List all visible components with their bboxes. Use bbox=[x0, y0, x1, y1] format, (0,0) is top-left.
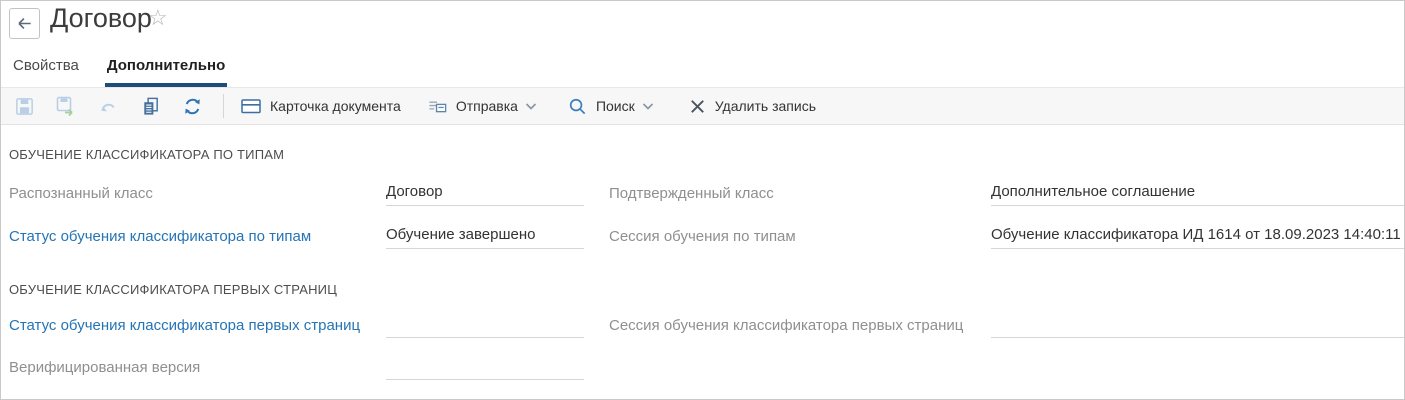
delete-x-icon bbox=[688, 97, 707, 116]
field-value-type-training-session[interactable]: Обучение классификатора ИД 1614 от 18.09… bbox=[991, 226, 1404, 249]
tab-bar: Свойства Дополнительно bbox=[1, 51, 251, 87]
save-and-close-button[interactable] bbox=[53, 93, 79, 119]
copy-icon bbox=[140, 96, 161, 117]
save-and-close-icon bbox=[55, 95, 77, 117]
send-button[interactable]: Отправка bbox=[427, 96, 537, 117]
tab-label: Свойства bbox=[13, 57, 79, 74]
chevron-down-icon bbox=[642, 102, 654, 111]
arrow-left-icon bbox=[15, 14, 34, 33]
search-icon bbox=[567, 96, 588, 117]
tab-additional[interactable]: Дополнительно bbox=[105, 51, 227, 87]
tab-label: Дополнительно bbox=[107, 57, 225, 74]
search-button[interactable]: Поиск bbox=[567, 96, 654, 117]
save-button[interactable] bbox=[11, 93, 37, 119]
tab-properties[interactable]: Свойства bbox=[11, 51, 81, 87]
button-label: Отправка bbox=[456, 98, 518, 114]
button-label: Удалить запись bbox=[715, 98, 816, 114]
field-label-confirmed-class: Подтвержденный класс bbox=[609, 185, 774, 202]
button-label: Поиск bbox=[596, 98, 635, 114]
back-button[interactable] bbox=[9, 8, 40, 39]
field-label-first-pages-status-link[interactable]: Статус обучения классификатора первых ст… bbox=[9, 317, 360, 334]
undo-icon bbox=[98, 96, 119, 117]
field-value-first-pages-status[interactable] bbox=[386, 315, 584, 338]
field-label-type-training-status-link[interactable]: Статус обучения классификатора по типам bbox=[9, 228, 311, 245]
chevron-down-icon bbox=[525, 102, 537, 111]
field-value-type-training-status[interactable]: Обучение завершено bbox=[386, 226, 584, 249]
document-window: Договор ☆ Свойства Дополнительно bbox=[0, 0, 1405, 400]
field-value-verified-version[interactable] bbox=[386, 357, 584, 380]
section-title-first-pages-training: ОБУЧЕНИЕ КЛАССИФИКАТОРА ПЕРВЫХ СТРАНИЦ bbox=[9, 282, 337, 297]
field-label-type-training-session: Сессия обучения по типам bbox=[609, 228, 796, 245]
refresh-icon bbox=[182, 96, 203, 117]
page-title: Договор bbox=[50, 3, 152, 34]
field-label-first-pages-session: Сессия обучения классификатора первых ст… bbox=[609, 317, 963, 334]
send-icon bbox=[427, 96, 448, 117]
toolbar-separator bbox=[223, 94, 224, 118]
field-value-first-pages-session[interactable] bbox=[991, 315, 1404, 338]
copy-button[interactable] bbox=[137, 93, 163, 119]
button-label: Карточка документа bbox=[270, 98, 401, 114]
refresh-button[interactable] bbox=[179, 93, 205, 119]
document-card-icon bbox=[240, 95, 262, 117]
field-label-verified-version: Верифицированная версия bbox=[9, 359, 200, 376]
favorite-star-icon[interactable]: ☆ bbox=[148, 7, 168, 29]
field-label-recognized-class: Распознанный класс bbox=[9, 185, 153, 202]
document-card-button[interactable]: Карточка документа bbox=[240, 95, 401, 117]
field-value-confirmed-class[interactable]: Дополнительное соглашение bbox=[991, 183, 1404, 206]
undo-button[interactable] bbox=[95, 93, 121, 119]
save-icon bbox=[14, 96, 35, 117]
section-title-type-training: ОБУЧЕНИЕ КЛАССИФИКАТОРА ПО ТИПАМ bbox=[9, 147, 284, 162]
delete-record-button[interactable]: Удалить запись bbox=[688, 97, 816, 116]
field-value-recognized-class[interactable]: Договор bbox=[386, 183, 584, 206]
toolbar: Карточка документа Отправка bbox=[1, 87, 1404, 125]
